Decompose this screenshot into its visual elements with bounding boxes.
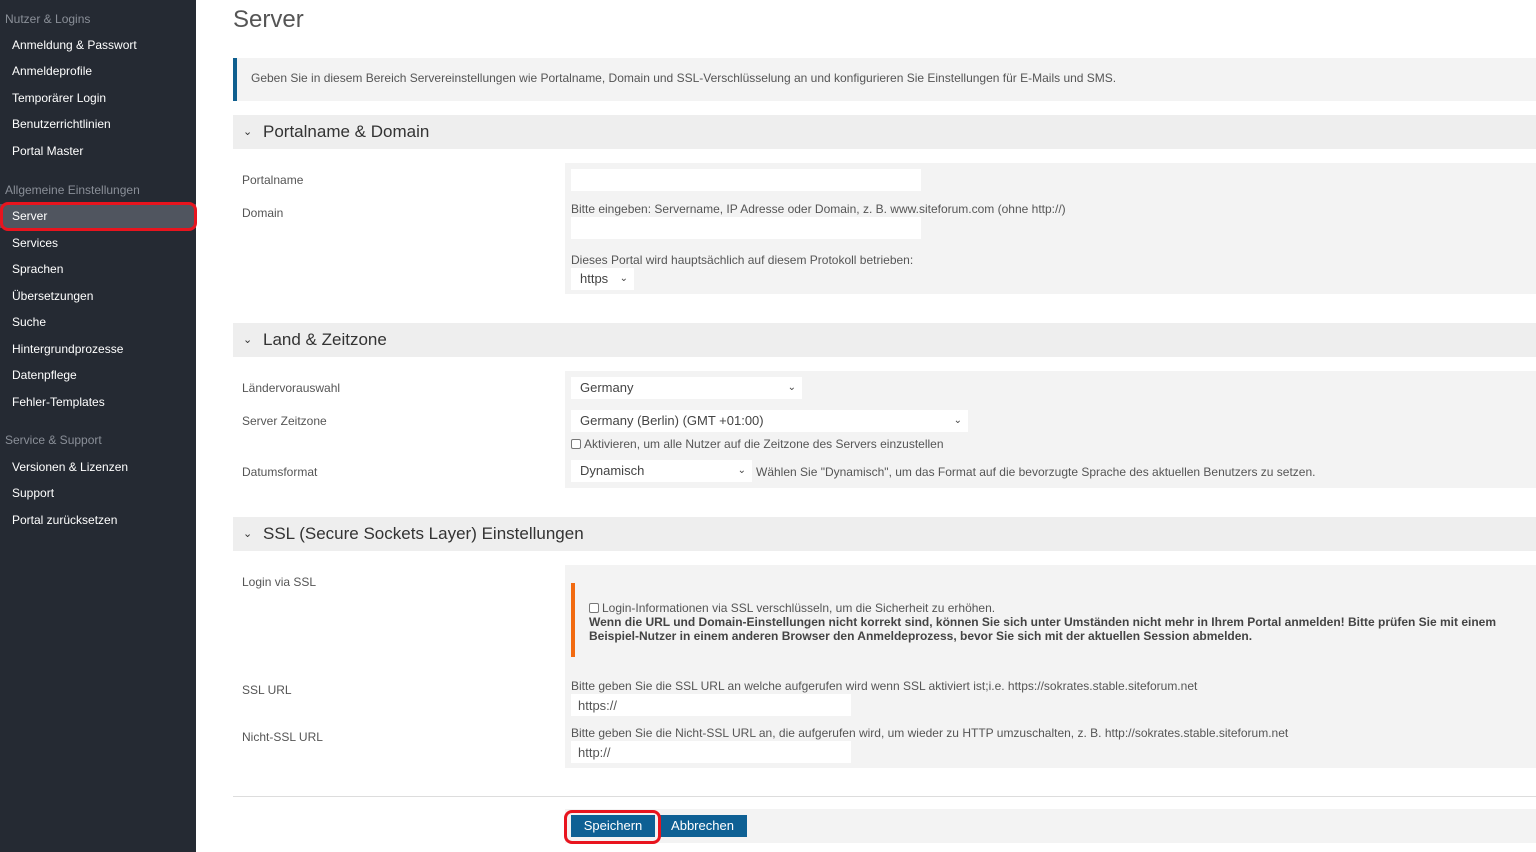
ssl-url-hint: Bitte geben Sie die SSL URL an welche au… <box>571 679 1198 693</box>
sidebar: Nutzer & Logins Anmeldung & Passwort Anm… <box>0 0 196 852</box>
domain-label: Domain <box>242 206 284 220</box>
domain-hint: Bitte eingeben: Servername, IP Adresse o… <box>571 202 1066 216</box>
section-title: Land & Zeitzone <box>263 330 387 349</box>
section-ssl-header[interactable]: ⌄ SSL (Secure Sockets Layer) Einstellunge… <box>233 517 1536 551</box>
country-select[interactable]: Germany ⌄ <box>571 377 802 399</box>
sidebar-item-services[interactable]: Services <box>0 231 196 255</box>
login-ssl-label: Login via SSL <box>242 575 317 589</box>
sidebar-item-datenpflege[interactable]: Datenpflege <box>0 363 196 387</box>
login-ssl-checkbox-row[interactable]: Login-Informationen via SSL verschlüssel… <box>589 601 995 615</box>
cancel-button[interactable]: Abbrechen <box>658 815 747 837</box>
dateformat-select[interactable]: Dynamisch ⌄ <box>571 460 752 482</box>
save-button[interactable]: Speichern <box>571 815 655 837</box>
ssl-url-label: SSL URL <box>242 683 292 697</box>
dateformat-value: Dynamisch <box>580 463 645 478</box>
chevron-down-icon: ⌄ <box>243 126 253 138</box>
timezone-checkbox[interactable] <box>571 439 581 449</box>
sidebar-item-portal-zuruecksetzen[interactable]: Portal zurücksetzen <box>0 508 196 532</box>
sidebar-item-server[interactable]: Server <box>0 204 196 228</box>
timezone-label: Server Zeitzone <box>242 414 327 428</box>
sidebar-group-title: Allgemeine Einstellungen <box>5 183 140 197</box>
chevron-down-icon: ⌄ <box>243 334 253 346</box>
sidebar-item-anmeldung[interactable]: Anmeldung & Passwort <box>0 33 196 57</box>
portalname-label: Portalname <box>242 173 304 187</box>
non-ssl-url-input[interactable] <box>571 741 851 763</box>
dateformat-label: Datumsformat <box>242 465 318 479</box>
ssl-warning: Wenn die URL und Domain-Einstellungen ni… <box>589 615 1497 643</box>
chevron-down-icon: ⌄ <box>787 382 796 393</box>
sidebar-item-support[interactable]: Support <box>0 481 196 505</box>
domain-input[interactable] <box>571 217 921 239</box>
protocol-select[interactable]: https ⌄ <box>571 268 634 290</box>
login-ssl-checkbox-label: Login-Informationen via SSL verschlüssel… <box>602 601 996 615</box>
section-title: Portalname & Domain <box>263 122 430 141</box>
sidebar-item-fehler-templates[interactable]: Fehler-Templates <box>0 390 196 414</box>
page-title: Server <box>233 6 304 33</box>
ssl-url-input[interactable] <box>571 694 851 716</box>
sidebar-item-benutzerrichtlinien[interactable]: Benutzerrichtlinien <box>0 112 196 136</box>
country-value: Germany <box>580 380 634 395</box>
portalname-input[interactable] <box>571 169 921 191</box>
sidebar-item-suche[interactable]: Suche <box>0 310 196 334</box>
timezone-value: Germany (Berlin) (GMT +01:00) <box>580 413 764 428</box>
sidebar-item-versionen[interactable]: Versionen & Lizenzen <box>0 455 196 479</box>
timezone-checkbox-label: Aktivieren, um alle Nutzer auf die Zeitz… <box>584 437 944 451</box>
non-ssl-url-label: Nicht-SSL URL <box>242 730 323 744</box>
timezone-select[interactable]: Germany (Berlin) (GMT +01:00) ⌄ <box>571 410 968 432</box>
sidebar-group-title: Service & Support <box>5 433 102 447</box>
info-box: Geben Sie in diesem Bereich Servereinste… <box>233 58 1536 101</box>
sidebar-item-hintergrundprozesse[interactable]: Hintergrundprozesse <box>0 337 196 361</box>
dateformat-hint: Wählen Sie "Dynamisch", um das Format au… <box>756 465 1316 479</box>
chevron-down-icon: ⌄ <box>737 465 746 476</box>
non-ssl-url-hint: Bitte geben Sie die Nicht-SSL URL an, di… <box>571 726 1289 740</box>
sidebar-item-anmeldeprofile[interactable]: Anmeldeprofile <box>0 59 196 83</box>
sidebar-group-title: Nutzer & Logins <box>5 12 91 26</box>
protocol-hint: Dieses Portal wird hauptsächlich auf die… <box>571 253 914 267</box>
sidebar-item-uebersetzungen[interactable]: Übersetzungen <box>0 284 196 308</box>
section-land-header[interactable]: ⌄ Land & Zeitzone <box>233 323 1536 357</box>
login-ssl-checkbox[interactable] <box>589 603 599 613</box>
chevron-down-icon: ⌄ <box>953 415 962 426</box>
sidebar-item-temporaerer-login[interactable]: Temporärer Login <box>0 86 196 110</box>
sidebar-item-portal-master[interactable]: Portal Master <box>0 139 196 163</box>
timezone-checkbox-row[interactable]: Aktivieren, um alle Nutzer auf die Zeitz… <box>571 437 944 451</box>
protocol-value: https <box>580 271 609 286</box>
section-portal-header[interactable]: ⌄ Portalname & Domain <box>233 115 1536 149</box>
sidebar-item-sprachen[interactable]: Sprachen <box>0 257 196 281</box>
chevron-down-icon: ⌄ <box>619 273 628 284</box>
divider <box>233 796 1536 797</box>
warning-bar <box>571 583 575 657</box>
chevron-down-icon: ⌄ <box>243 528 253 540</box>
section-title: SSL (Secure Sockets Layer) Einstellungen <box>263 524 584 543</box>
country-label: Ländervorauswahl <box>242 381 341 395</box>
